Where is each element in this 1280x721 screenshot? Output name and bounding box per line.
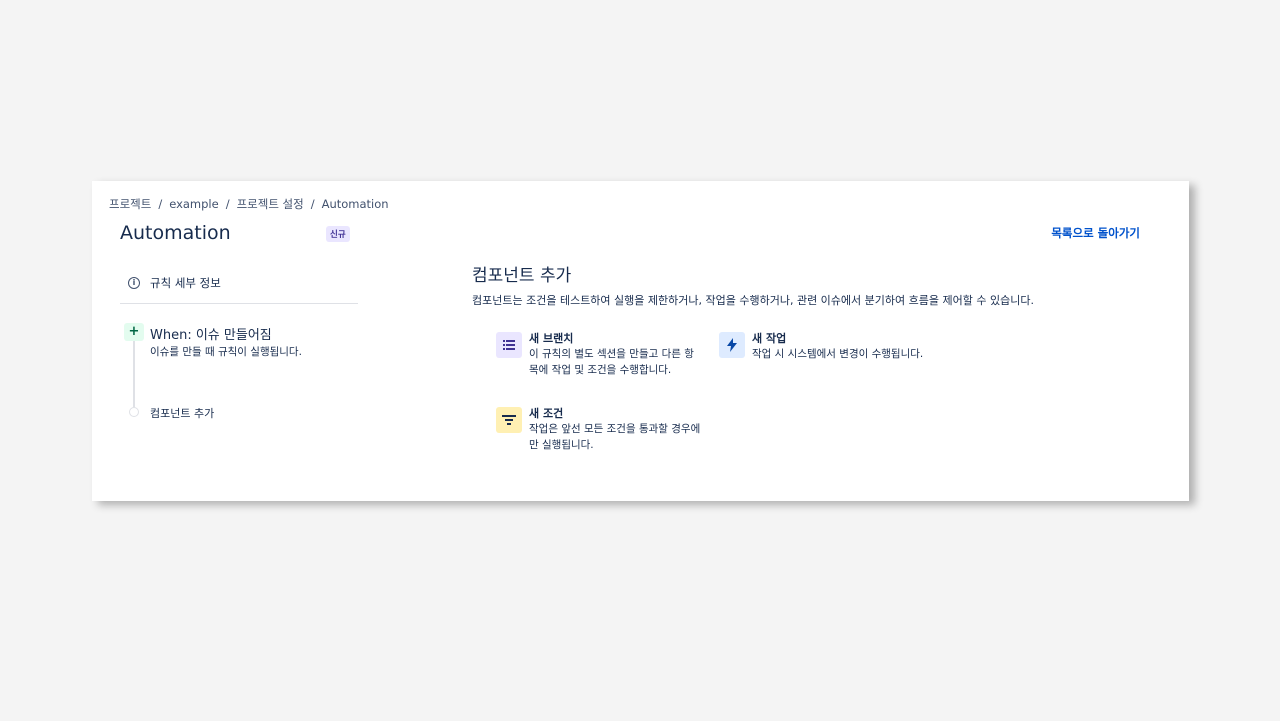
rule-details-item[interactable]: i 규칙 세부 정보: [128, 275, 221, 291]
breadcrumb: 프로젝트 / example / 프로젝트 설정 / Automation: [109, 197, 389, 211]
back-to-list-link[interactable]: 목록으로 돌아가기: [1051, 225, 1140, 241]
breadcrumb-project-settings[interactable]: 프로젝트 설정: [237, 197, 304, 211]
new-action-description: 작업 시 시스템에서 변경이 수행됩니다.: [752, 348, 924, 360]
add-component-step[interactable]: 컴포넌트 추가: [150, 405, 214, 421]
new-badge: 신규: [326, 226, 350, 242]
divider: [120, 303, 358, 304]
new-condition-description: 작업은 앞선 모든 조건을 통과할 경우에만 실행됩니다.: [529, 423, 701, 451]
breadcrumb-project[interactable]: example: [169, 197, 219, 211]
new-branch-title: 새 브랜치: [529, 332, 574, 345]
breadcrumb-projects[interactable]: 프로젝트: [109, 197, 151, 211]
new-condition-option[interactable]: 새 조건 작업은 앞선 모든 조건을 통과할 경우에만 실행됩니다.: [496, 407, 701, 453]
trigger-description: 이슈를 만들 때 규칙이 실행됩니다.: [150, 346, 302, 358]
lightning-icon: [719, 332, 745, 358]
new-action-option[interactable]: 새 작업 작업 시 시스템에서 변경이 수행됩니다.: [719, 332, 924, 362]
breadcrumb-automation[interactable]: Automation: [322, 197, 389, 211]
section-title: 컴포넌트 추가: [472, 266, 572, 286]
timeline-connector: [133, 339, 135, 407]
page-title: Automation: [120, 222, 231, 244]
new-branch-option[interactable]: 새 브랜치 이 규칙의 별도 섹션을 만들고 다른 항목에 작업 및 조건을 수…: [496, 332, 701, 378]
rule-details-label: 규칙 세부 정보: [150, 276, 221, 290]
trigger-title[interactable]: When: 이슈 만들어짐: [150, 324, 272, 343]
new-branch-description: 이 규칙의 별도 섹션을 만들고 다른 항목에 작업 및 조건을 수행합니다.: [529, 348, 694, 376]
info-icon: i: [128, 277, 140, 289]
automation-panel: 프로젝트 / example / 프로젝트 설정 / Automation Automati…: [92, 181, 1189, 501]
new-action-title: 새 작업: [752, 332, 787, 345]
plus-icon: +: [124, 323, 144, 341]
empty-step-dot-icon: [129, 407, 139, 417]
new-condition-title: 새 조건: [529, 407, 564, 420]
section-description: 컴포넌트는 조건을 테스트하여 실행을 제한하거나, 작업을 수행하거나, 관련…: [472, 294, 1034, 307]
branch-list-icon: [496, 332, 522, 358]
filter-icon: [496, 407, 522, 433]
